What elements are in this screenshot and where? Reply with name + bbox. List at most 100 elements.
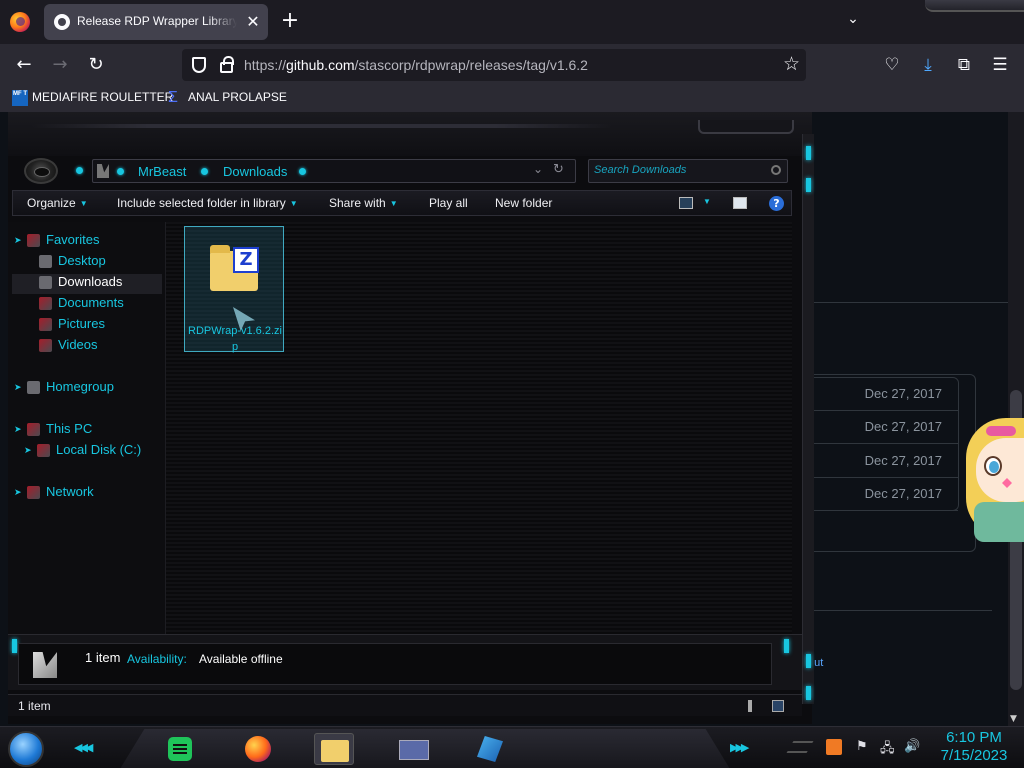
nav-favorites[interactable]: ➤ Favorites [14,232,99,252]
url-bar[interactable]: https://github.com/stascorp/rdpwrap/rele… [182,49,806,81]
bookmarks-toolbar: MF T MEDIAFIRE ROULETTER Σ ANAL PROLAPSE [0,86,1024,112]
nav-label: Desktop [58,253,106,268]
nav-documents[interactable]: Documents [36,295,124,315]
reload-button[interactable]: ↻ [84,53,108,77]
command-bar: Organize ▼ Include selected folder in lib… [12,190,792,216]
taskbar-spotify[interactable] [160,733,200,765]
new-tab-button[interactable]: + [280,10,300,34]
search-icon[interactable] [771,165,781,175]
address-bar[interactable]: MrBeast Downloads ⌄ ↻ [92,159,576,183]
status-item-count: 1 item [18,699,51,713]
address-dropdown-icon[interactable]: ⌄ [533,162,543,176]
details-view-icon[interactable] [748,700,752,712]
nav-downloads[interactable]: Downloads [12,274,162,294]
theme-decoration [925,0,1024,12]
tab-list-chevron-icon[interactable]: ⌄ [843,11,863,31]
url-text[interactable]: https://github.com/stascorp/rdpwrap/rele… [244,57,588,73]
network-tray-icon[interactable]: 🖧 [880,739,895,761]
taskbar-card-app[interactable] [394,733,434,765]
scroll-down-icon[interactable]: ▼ [1010,714,1017,724]
bookmark-label: ANAL PROLAPSE [188,90,287,105]
tray-decoration [786,741,814,753]
new-folder-button[interactable]: New folder [495,196,552,210]
tracking-shield-icon[interactable] [192,57,206,73]
bookmark-mediafire[interactable]: MF T MEDIAFIRE ROULETTER [12,90,173,108]
view-options-dropdown-icon[interactable]: ▼ [699,194,711,208]
nav-network[interactable]: ➤ Network [14,484,94,504]
frame-light [806,178,811,192]
pocket-icon[interactable]: ♡ [880,53,904,77]
file-item-rdpwrap-zip[interactable]: Z RDPWrap-v1.6.2.zip [184,226,284,353]
downloads-icon[interactable]: ⤓ [916,53,940,77]
dropdown-arrow-icon: ▼ [389,199,398,209]
lock-icon[interactable] [220,56,234,73]
card-app-icon [399,740,429,760]
share-with-button[interactable]: Share with ▼ [329,196,398,210]
back-forward-orb-icon[interactable] [24,158,58,184]
forward-button[interactable]: → [48,53,72,77]
share-with-label: Share with [329,196,386,210]
nav-label: Network [46,484,94,499]
sticker-crown [986,426,1016,436]
clock-time[interactable]: 6:10 PM [934,729,1014,746]
breadcrumb-mrbeast[interactable]: MrBeast [138,164,186,179]
navigation-pane: ➤ Favorites Desktop Downloads Documents P… [8,222,166,634]
menu-icon[interactable]: ☰ [988,53,1012,77]
expander-icon[interactable]: ➤ [14,424,24,435]
tray-app-icon[interactable] [826,739,842,755]
extensions-icon[interactable]: ⧉ [952,53,976,77]
nav-label: Local Disk (C:) [56,442,142,457]
action-center-flag-icon[interactable]: ⚑ [856,739,868,754]
firefox-icon[interactable] [10,12,30,32]
nav-label: Documents [58,295,124,310]
change-view-icon[interactable] [679,197,693,209]
taskbar-utility-app[interactable] [470,733,510,765]
browser-tab-active[interactable]: Release RDP Wrapper Library v1.6.2 · sta… [44,4,268,40]
taskbar-file-explorer[interactable] [314,733,354,765]
taskbar-firefox[interactable] [238,733,278,765]
sticker-dress [974,502,1024,542]
help-icon[interactable]: ? [769,196,784,211]
expander-icon[interactable]: ➤ [24,445,34,456]
expander-icon[interactable]: ➤ [14,235,24,246]
large-icons-view-icon[interactable] [772,700,784,712]
organize-button[interactable]: Organize ▼ [27,196,88,210]
zip-badge-icon: Z [233,247,259,273]
browser-nav-bar: ← → ↻ https://github.com/stascorp/rdpwra… [0,44,1024,86]
divider [808,610,992,611]
start-orb-icon[interactable] [8,731,44,767]
breadcrumb-downloads[interactable]: Downloads [223,164,287,179]
github-icon [54,14,70,30]
nav-videos[interactable]: Videos [36,337,98,357]
window-frame-top [8,112,812,156]
expander-icon[interactable]: ➤ [14,382,24,393]
nav-desktop[interactable]: Desktop [36,253,156,273]
preview-pane-icon[interactable] [733,197,747,209]
nav-homegroup[interactable]: ➤ Homegroup [14,379,114,399]
include-library-button[interactable]: Include selected folder in library ▼ [117,196,298,210]
nav-label: This PC [46,421,93,436]
refresh-icon[interactable]: ↻ [553,162,564,177]
dropdown-arrow-icon: ▼ [703,197,711,207]
details-content: 1 item Availability: Available offline [18,643,772,685]
clock-date[interactable]: 7/15/2023 [934,747,1014,764]
file-list-area[interactable]: Z RDPWrap-v1.6.2.zip [166,222,792,634]
bookmark-sigma[interactable]: Σ ANAL PROLAPSE [168,90,287,108]
volume-icon[interactable]: 🔊 [904,739,920,754]
expander-icon[interactable]: ➤ [14,487,24,498]
bookmark-label: MEDIAFIRE ROULETTER [32,90,174,105]
nav-pictures[interactable]: Pictures [36,316,105,336]
close-tab-icon[interactable]: ✕ [244,13,262,31]
browser-tab-bar: Release RDP Wrapper Library v1.6.2 · sta… [0,0,1024,44]
local-disk-icon [37,444,50,458]
file-explorer-icon [321,740,349,762]
back-button[interactable]: ← [12,53,36,77]
bookmark-star-icon[interactable]: ☆ [783,53,800,75]
favorites-star-icon [27,234,40,248]
search-input[interactable]: Search Downloads [588,159,788,183]
nav-local-disk[interactable]: ➤ Local Disk (C:) [24,442,141,462]
bullet-icon [201,168,208,175]
nav-this-pc[interactable]: ➤ This PC [14,421,92,441]
utility-app-icon [477,736,503,762]
play-all-button[interactable]: Play all [429,196,468,210]
